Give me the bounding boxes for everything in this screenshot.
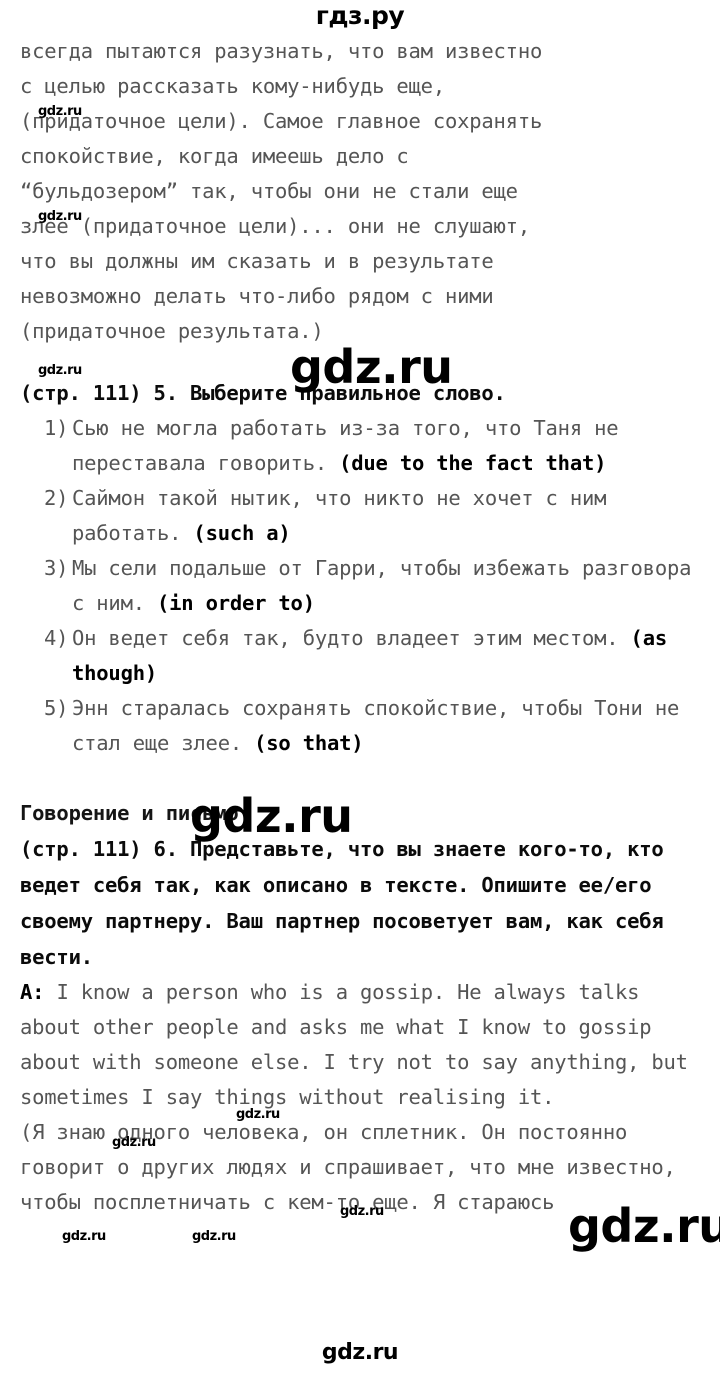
item-number: 3) — [44, 556, 69, 580]
intro-line-6: злее (придаточное цели)... они не слушаю… — [20, 214, 530, 238]
footer-watermark: gdz.ru — [0, 1340, 720, 1365]
exercise-6-answer: A: I know a person who is a gossip. He a… — [0, 975, 720, 1115]
item-text: Энн старалась сохранять спокойствие, что… — [72, 691, 714, 761]
intro-line-7: что вы должны им сказать и в результате — [20, 249, 494, 273]
site-header: гдз.ру — [0, 0, 720, 34]
exercise-5-list: 1) Сью не могла работать из-за того, что… — [0, 411, 720, 761]
exercise-5-heading: (стр. 111) 5. Выберите правильное слово. — [20, 381, 506, 405]
item-answer: (such a) — [193, 521, 291, 545]
exercise-6-heading: (стр. 111) 6. Представьте, что вы знаете… — [20, 837, 676, 969]
watermark-small-6: gdz.ru — [62, 1229, 106, 1244]
list-item: 5) Энн старалась сохранять спокойствие, … — [0, 691, 720, 761]
intro-line-3: (придаточное цели). Самое главное сохран… — [20, 109, 543, 133]
item-number: 1) — [44, 416, 69, 440]
item-answer: (due to the fact that) — [339, 451, 607, 475]
site-logo[interactable]: гдз.ру — [316, 0, 405, 32]
item-sentence: Саймон такой нытик, что никто не хочет с… — [72, 486, 619, 545]
item-sentence: Он ведет себя так, будто владеет этим ме… — [72, 626, 631, 650]
intro-line-2: с целью рассказать кому-нибудь еще, — [20, 74, 445, 98]
intro-paragraph-block: всегда пытаются разузнать, что вам извес… — [0, 34, 720, 349]
item-answer: (in order to) — [157, 591, 315, 615]
intro-line-1: всегда пытаются разузнать, что вам извес… — [20, 39, 543, 63]
intro-line-4: спокойствие, когда имеешь дело с — [20, 144, 409, 168]
section-title-speaking-writing: Говорение и письмо — [20, 801, 239, 825]
footer-logo: gdz.ru — [321, 1340, 399, 1365]
exercise-6-translation: (Я знаю одного человека, он сплетник. Он… — [20, 1120, 688, 1214]
speaker-label: A: — [20, 980, 45, 1004]
item-answer: (so that) — [254, 731, 364, 755]
list-item: 3) Мы сели подальше от Гарри, чтобы избе… — [0, 551, 720, 621]
item-text: Саймон такой нытик, что никто не хочет с… — [72, 481, 714, 551]
intro-line-5: “бульдозером” так, чтобы они не стали ещ… — [20, 179, 518, 203]
item-number: 4) — [44, 626, 69, 650]
list-item: 2) Саймон такой нытик, что никто не хоче… — [0, 481, 720, 551]
list-item: 1) Сью не могла работать из-за того, что… — [0, 411, 720, 481]
intro-line-8: невозможно делать что-либо рядом с ними — [20, 284, 494, 308]
item-text: Он ведет себя так, будто владеет этим ме… — [72, 621, 714, 691]
item-number: 2) — [44, 486, 69, 510]
list-item: 4) Он ведет себя так, будто владеет этим… — [0, 621, 720, 691]
intro-line-9: (придаточное результата.) — [20, 319, 324, 343]
item-sentence: Энн старалась сохранять спокойствие, что… — [72, 696, 692, 755]
item-text: Сью не могла работать из-за того, что Та… — [72, 411, 714, 481]
page-content: всегда пытаются разузнать, что вам извес… — [0, 34, 720, 1220]
watermark-small-7: gdz.ru — [192, 1229, 236, 1244]
item-text: Мы сели подальше от Гарри, чтобы избежат… — [72, 551, 714, 621]
answer-english: I know a person who is a gossip. He alwa… — [20, 980, 700, 1109]
item-number: 5) — [44, 696, 69, 720]
